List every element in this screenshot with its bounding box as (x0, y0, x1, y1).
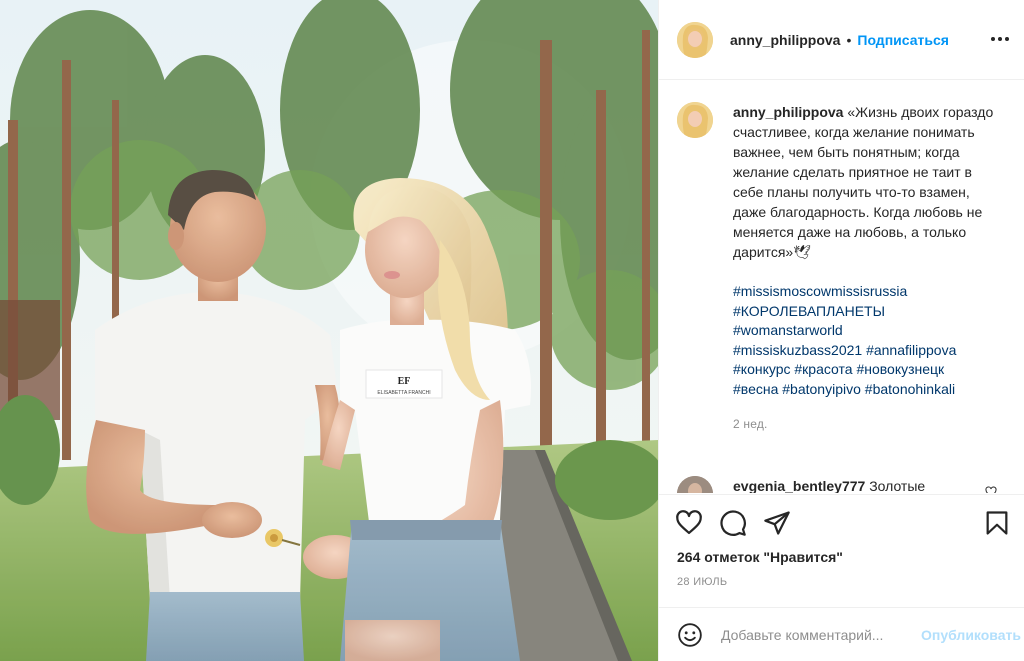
likes-count[interactable]: 264 отметок "Нравится" (677, 549, 843, 565)
heart-icon[interactable] (675, 509, 703, 537)
bookmark-icon[interactable] (983, 509, 1011, 537)
hashtag-link[interactable]: #missiskuzbass2021 (733, 342, 862, 358)
instagram-post: EF ELISABETTA FRANCHI anny_philippova • … (0, 0, 1024, 661)
author-avatar[interactable] (677, 21, 713, 58)
more-horizontal-icon[interactable] (989, 28, 1011, 50)
hashtag-link[interactable]: #batonohinkali (865, 381, 955, 397)
hashtag-link[interactable]: #красота (794, 361, 852, 377)
post-side-panel: anny_philippova • Подписаться anny_phili… (658, 0, 1024, 661)
commenter-avatar[interactable] (677, 476, 713, 493)
action-icons (675, 509, 791, 537)
hashtag-line: #missiskuzbass2021 #annafilippova (733, 341, 995, 361)
hashtag-line: #весна #batonyipivo #batonohinkali (733, 380, 995, 400)
comment-icon[interactable] (719, 509, 747, 537)
caption-text: «Жизнь двоих гораздо счастливее, когда ж… (733, 104, 994, 260)
follow-button[interactable]: Подписаться (857, 32, 949, 48)
post-age[interactable]: 2 нед. (733, 414, 995, 434)
couple-in-forest-photo: EF ELISABETTA FRANCHI (0, 0, 658, 661)
comment-text: Золотые (869, 478, 926, 493)
comment-text-block: evgenia_bentley777 Золотые (733, 476, 925, 493)
caption-username[interactable]: anny_philippova (733, 104, 843, 120)
hashtag-link[interactable]: #весна (733, 381, 778, 397)
add-comment-bar: Опубликовать (659, 607, 1024, 661)
share-icon[interactable] (763, 509, 791, 537)
post-actions: 264 отметок "Нравится" 28 ИЮЛЬ (659, 494, 1024, 606)
caption-author-avatar[interactable] (677, 102, 713, 138)
comment-input[interactable] (721, 626, 917, 643)
commenter-username[interactable]: evgenia_bentley777 (733, 478, 865, 493)
hashtag-list: #missismoscowmissisrussia #КОРОЛЕВАПЛАНЕ… (733, 282, 995, 400)
hashtag-link[interactable]: #новокузнецк (856, 361, 944, 377)
post-header: anny_philippova • Подписаться (659, 0, 1024, 80)
publish-button[interactable]: Опубликовать (921, 627, 1021, 643)
separator-dot: • (846, 31, 852, 48)
hashtag-link[interactable]: #конкурс (733, 361, 791, 377)
post-date[interactable]: 28 ИЮЛЬ (677, 576, 727, 588)
post-photo[interactable]: EF ELISABETTA FRANCHI (0, 0, 658, 661)
hashtag-link[interactable]: #КОРОЛЕВАПЛАНЕТЫ (733, 302, 995, 322)
hashtag-line: #конкурс #красота #новокузнецк (733, 360, 995, 380)
post-caption: anny_philippova «Жизнь двоих гораздо сча… (677, 102, 1017, 434)
emoji-icon[interactable] (677, 622, 703, 648)
hashtag-link[interactable]: #missismoscowmissisrussia (733, 282, 995, 302)
caption-text-block: anny_philippova «Жизнь двоих гораздо сча… (733, 102, 995, 434)
hashtag-link[interactable]: #batonyipivo (782, 381, 861, 397)
comment-like-heart-icon[interactable] (985, 486, 997, 493)
author-username[interactable]: anny_philippova (730, 32, 840, 48)
comments-section: anny_philippova «Жизнь двоих гораздо сча… (659, 81, 1024, 493)
hashtag-link[interactable]: #annafilippova (866, 342, 956, 358)
hashtag-link[interactable]: #womanstarworld (733, 321, 995, 341)
comment-item: evgenia_bentley777 Золотые (677, 476, 1017, 493)
